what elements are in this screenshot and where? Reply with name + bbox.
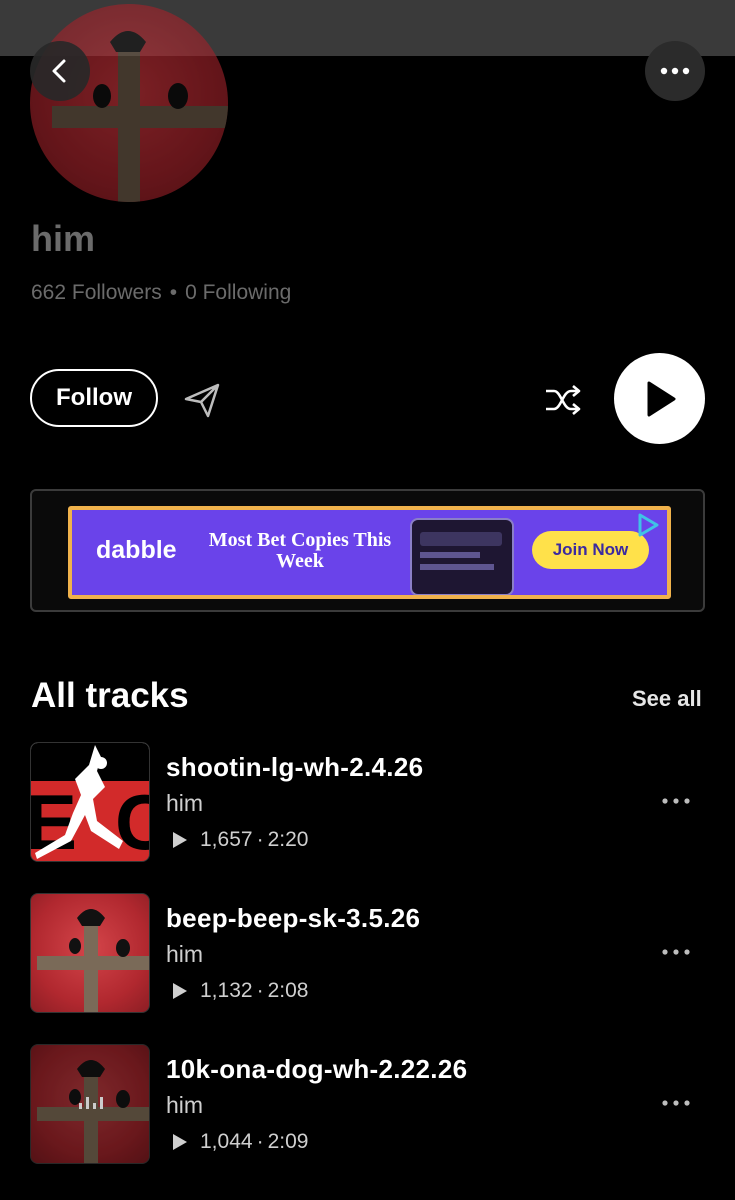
svg-text:C: C	[115, 778, 150, 862]
ad-banner[interactable]: dabble Most Bet Copies This Week Join No…	[68, 506, 671, 599]
more-options-button[interactable]	[645, 41, 705, 101]
chevron-left-icon	[52, 59, 66, 83]
followers-count[interactable]: 662 Followers	[31, 281, 162, 304]
track-row[interactable]: beep-beep-sk-3.5.26 him 1,132 · 2:08	[30, 893, 705, 1015]
all-tracks-heading: All tracks	[31, 676, 189, 715]
shuffle-icon	[546, 385, 581, 415]
track-more-button[interactable]	[656, 937, 696, 967]
follow-stats: 662 Followers • 0 Following	[31, 281, 291, 305]
cross-crows-image	[52, 31, 228, 202]
play-icon	[647, 381, 675, 416]
track-meta: 1,132 · 2:08	[172, 979, 308, 1003]
see-all-link[interactable]: See all	[632, 686, 702, 712]
ad-container: dabble Most Bet Copies This Week Join No…	[30, 489, 705, 612]
shuffle-button[interactable]	[540, 378, 586, 422]
ad-headline: Most Bet Copies This Week	[208, 529, 392, 572]
play-count-icon	[173, 983, 187, 999]
follow-button[interactable]: Follow	[30, 369, 158, 427]
ellipsis-icon	[660, 67, 690, 75]
track-meta: 1,044 · 2:09	[172, 1130, 308, 1154]
epic-jumpman-art: E C	[31, 743, 150, 862]
play-count-icon	[173, 1134, 187, 1150]
ellipsis-icon	[662, 1100, 690, 1106]
profile-avatar	[30, 4, 228, 202]
play-count: 1,657	[200, 828, 253, 851]
track-artwork	[30, 893, 150, 1013]
cross-crows-art	[37, 909, 149, 1012]
cross-crows-art	[31, 1045, 149, 1163]
play-all-button[interactable]	[614, 353, 705, 444]
ad-phone-mockup	[410, 518, 514, 595]
track-duration: 2:08	[267, 979, 309, 1002]
ad-choices-icon[interactable]	[635, 512, 661, 538]
track-artist[interactable]: him	[166, 941, 203, 968]
ellipsis-icon	[662, 949, 690, 955]
track-meta: 1,657 · 2:20	[172, 828, 308, 852]
play-count: 1,044	[200, 1130, 253, 1153]
track-artwork: E C	[30, 742, 150, 862]
track-duration: 2:09	[267, 1130, 309, 1153]
track-artist[interactable]: him	[166, 1092, 203, 1119]
back-button[interactable]	[30, 41, 90, 101]
ad-brand-logo: dabble	[96, 536, 177, 564]
meta-separator: ·	[256, 1130, 264, 1153]
share-button[interactable]	[178, 377, 226, 423]
play-count: 1,132	[200, 979, 253, 1002]
track-artist[interactable]: him	[166, 790, 203, 817]
following-count[interactable]: 0 Following	[185, 281, 291, 304]
track-row[interactable]: 10k-ona-dog-wh-2.22.26 him 1,044 · 2:09	[30, 1044, 705, 1166]
track-title[interactable]: 10k-ona-dog-wh-2.22.26	[166, 1054, 467, 1085]
track-row[interactable]: E C shootin-lg-wh-2.4.26 him 1,657·2:20	[30, 742, 705, 864]
track-artwork	[30, 1044, 150, 1164]
meta-separator: ·	[256, 979, 264, 1002]
track-title[interactable]: beep-beep-sk-3.5.26	[166, 903, 420, 934]
play-count-icon	[173, 832, 187, 848]
meta-separator: ·	[256, 828, 264, 851]
track-title[interactable]: shootin-lg-wh-2.4.26	[166, 752, 423, 783]
track-duration: 2:20	[267, 828, 309, 851]
stats-separator: •	[169, 281, 178, 304]
track-more-button[interactable]	[656, 786, 696, 816]
ellipsis-icon	[662, 798, 690, 804]
track-more-button[interactable]	[656, 1088, 696, 1118]
paper-plane-icon	[184, 383, 220, 418]
profile-name: him	[31, 218, 96, 259]
ad-join-now-button[interactable]: Join Now	[532, 531, 649, 569]
